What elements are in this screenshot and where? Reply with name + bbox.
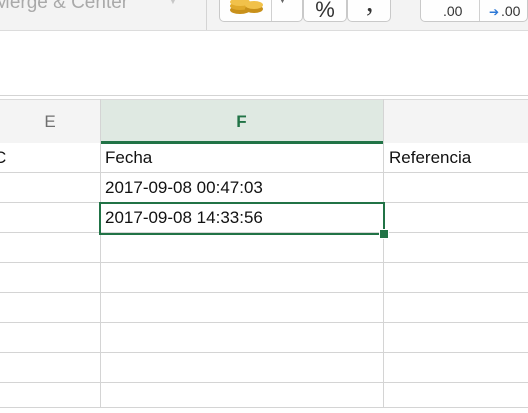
cell-e[interactable]: C <box>0 143 94 173</box>
dropdown-divider <box>271 0 272 21</box>
cell-f[interactable]: 2017-09-08 00:47:03 <box>105 173 380 203</box>
table-row: 2017-09-08 00:47:03 <box>0 173 528 203</box>
decimal-buttons: .00 ➔ .00 <box>420 0 528 22</box>
cell-e[interactable] <box>0 293 94 323</box>
column-header-e[interactable]: E <box>0 100 100 143</box>
column-header-g[interactable] <box>384 100 528 143</box>
arrow-right-icon[interactable]: ➔ <box>489 5 499 19</box>
toolbar-divider <box>206 0 207 30</box>
cell-f[interactable] <box>105 263 380 293</box>
column-headers: E F <box>0 99 528 144</box>
increase-decimal-button[interactable]: .00 <box>501 3 520 19</box>
cell-f[interactable] <box>105 323 380 353</box>
coins-icon <box>230 0 263 14</box>
formula-bar-area[interactable] <box>0 31 528 95</box>
column-divider[interactable] <box>383 99 384 408</box>
cell-g[interactable] <box>389 233 528 263</box>
cell-f[interactable] <box>105 233 380 263</box>
cell-f[interactable] <box>105 383 380 413</box>
cell-g[interactable] <box>389 203 528 233</box>
cell-e[interactable] <box>0 263 94 293</box>
table-row <box>0 353 528 383</box>
cell-e[interactable] <box>0 203 94 233</box>
table-row <box>0 383 528 408</box>
cell-e[interactable] <box>0 233 94 263</box>
cell-e[interactable] <box>0 383 94 413</box>
cell-g[interactable] <box>389 353 528 383</box>
comma-style-button[interactable]: , <box>347 0 391 22</box>
cell-g[interactable] <box>389 263 528 293</box>
table-row: C Fecha Referencia <box>0 143 528 173</box>
chevron-down-icon[interactable]: ▼ <box>168 0 178 7</box>
column-divider[interactable] <box>100 99 101 408</box>
decimal-divider <box>479 0 480 21</box>
cell-f[interactable]: Fecha <box>105 143 380 173</box>
table-row <box>0 293 528 323</box>
table-row <box>0 323 528 353</box>
table-row <box>0 233 528 263</box>
active-cell-border <box>99 202 385 235</box>
cell-g[interactable] <box>389 293 528 323</box>
caret-down-icon[interactable]: ▼ <box>278 0 287 5</box>
cell-e[interactable] <box>0 323 94 353</box>
accounting-format-button[interactable]: ▼ <box>219 0 303 22</box>
fill-handle[interactable] <box>379 229 389 239</box>
comma-glyph: , <box>366 0 374 18</box>
cell-g[interactable] <box>389 323 528 353</box>
decrease-decimal-button[interactable]: .00 <box>443 3 462 19</box>
formula-bar-divider <box>0 95 528 96</box>
merge-center-button[interactable]: Merge & Center <box>0 0 128 14</box>
cell-g[interactable] <box>389 383 528 413</box>
table-row <box>0 263 528 293</box>
percent-style-button[interactable]: % <box>303 0 347 22</box>
cell-e[interactable] <box>0 353 94 383</box>
cell-g[interactable]: Referencia <box>389 143 528 173</box>
cell-f[interactable] <box>105 353 380 383</box>
ribbon-toolbar: Merge & Center ▼ ▼ % , .00 ➔ .00 <box>0 0 528 31</box>
column-header-f[interactable]: F <box>100 100 383 144</box>
cell-e[interactable] <box>0 173 94 203</box>
cell-f[interactable] <box>105 293 380 323</box>
cell-g[interactable] <box>389 173 528 203</box>
